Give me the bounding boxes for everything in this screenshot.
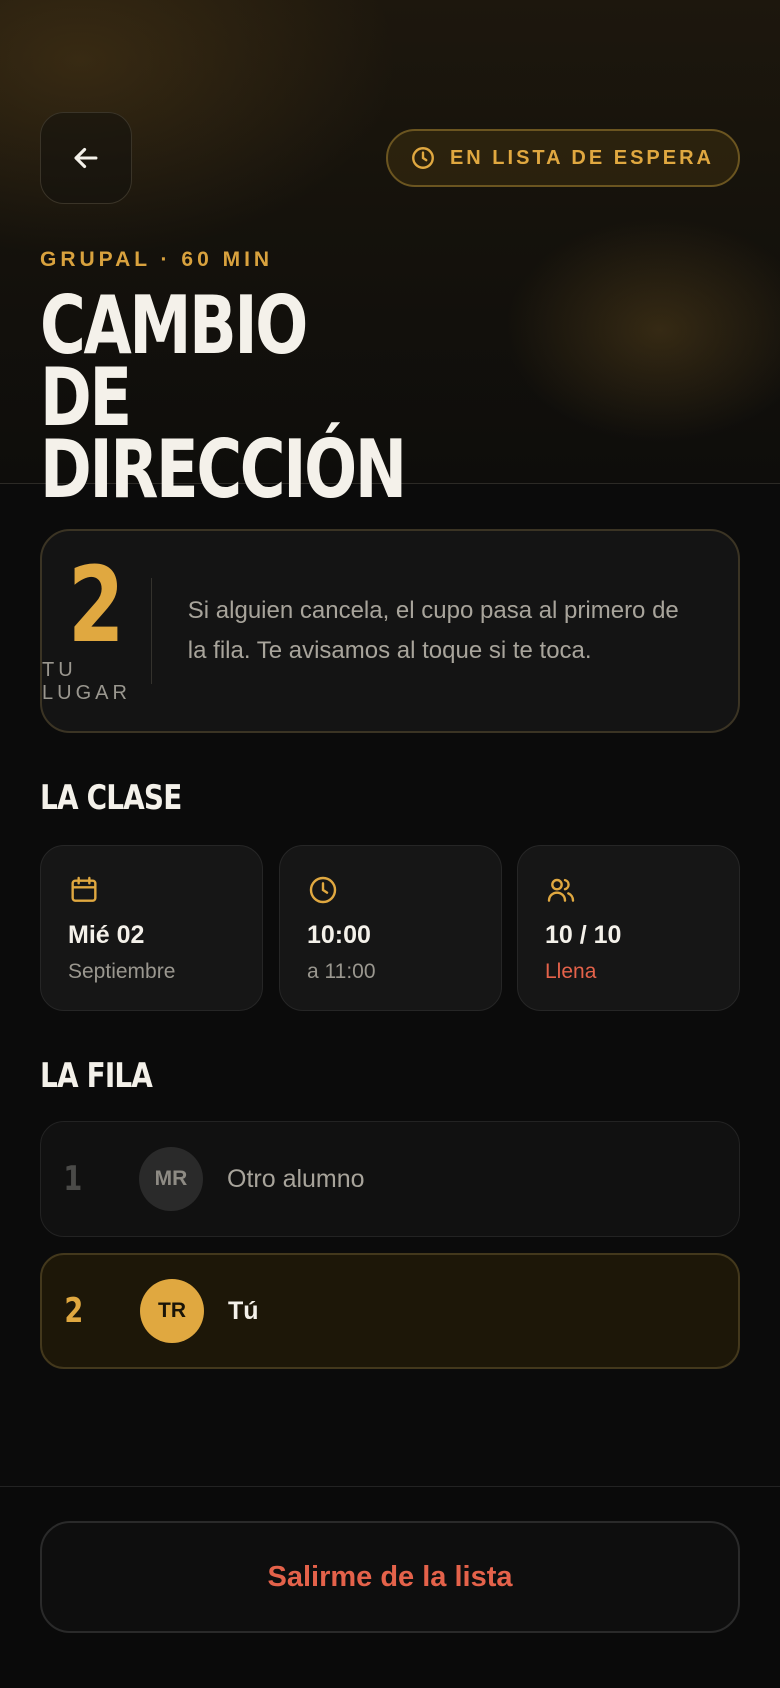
users-icon — [547, 878, 575, 902]
title-line-2: Dirección — [40, 423, 407, 516]
position-number: 2 — [68, 544, 125, 666]
position-display: 2 TU LUGAR — [42, 531, 151, 731]
hero-header: EN LISTA DE ESPERA GRUPAL · 60 MIN Cambi… — [0, 0, 780, 510]
capacity-card: 10 / 10 Llena — [517, 845, 740, 1011]
clock-icon — [309, 876, 337, 904]
avatar: MR — [139, 1147, 203, 1211]
end-time: a 11:00 — [307, 960, 376, 983]
waitlist-status-badge: EN LISTA DE ESPERA — [385, 129, 740, 187]
date-month: Septiembre — [68, 960, 176, 983]
queue-row: 1 MR Otro alumno — [40, 1121, 740, 1237]
capacity-value: 10 / 10 — [545, 921, 622, 949]
page-title: Cambio de Dirección — [40, 279, 407, 516]
queue-section-heading: La fila — [40, 1056, 153, 1096]
queue-row-name: Tú — [228, 1296, 259, 1325]
leave-waitlist-button[interactable]: Salirme de la lista — [40, 1521, 740, 1633]
queue-row-position: 1 — [63, 1159, 83, 1199]
date-card: Mié 02 Septiembre — [40, 845, 263, 1011]
start-time: 10:00 — [307, 921, 371, 949]
queue-row-name: Otro alumno — [227, 1164, 365, 1193]
queue-row-position: 2 — [64, 1291, 84, 1331]
queue-position-card: 2 TU LUGAR Si alguien cancela, el cupo p… — [40, 529, 740, 733]
title-line-1: Cambio de — [40, 279, 308, 444]
time-card: 10:00 a 11:00 — [279, 845, 502, 1011]
date-value: Mié 02 — [68, 921, 145, 949]
arrow-left-icon — [74, 147, 98, 169]
capacity-status: Llena — [545, 960, 597, 983]
queue-row-current-user: 2 TR Tú — [40, 1253, 740, 1369]
avatar: TR — [140, 1279, 204, 1343]
class-section-heading: La clase — [40, 778, 182, 818]
calendar-icon — [71, 876, 97, 902]
status-badge-label: EN LISTA DE ESPERA — [449, 146, 714, 169]
back-button[interactable] — [40, 112, 132, 204]
bottom-action-bar: Salirme de la lista — [0, 1486, 780, 1688]
waitlist-explanation: Si alguien cancela, el cupo pasa al prim… — [187, 597, 679, 664]
clock-icon — [412, 147, 434, 169]
class-type-duration: GRUPAL · 60 MIN — [40, 248, 274, 271]
